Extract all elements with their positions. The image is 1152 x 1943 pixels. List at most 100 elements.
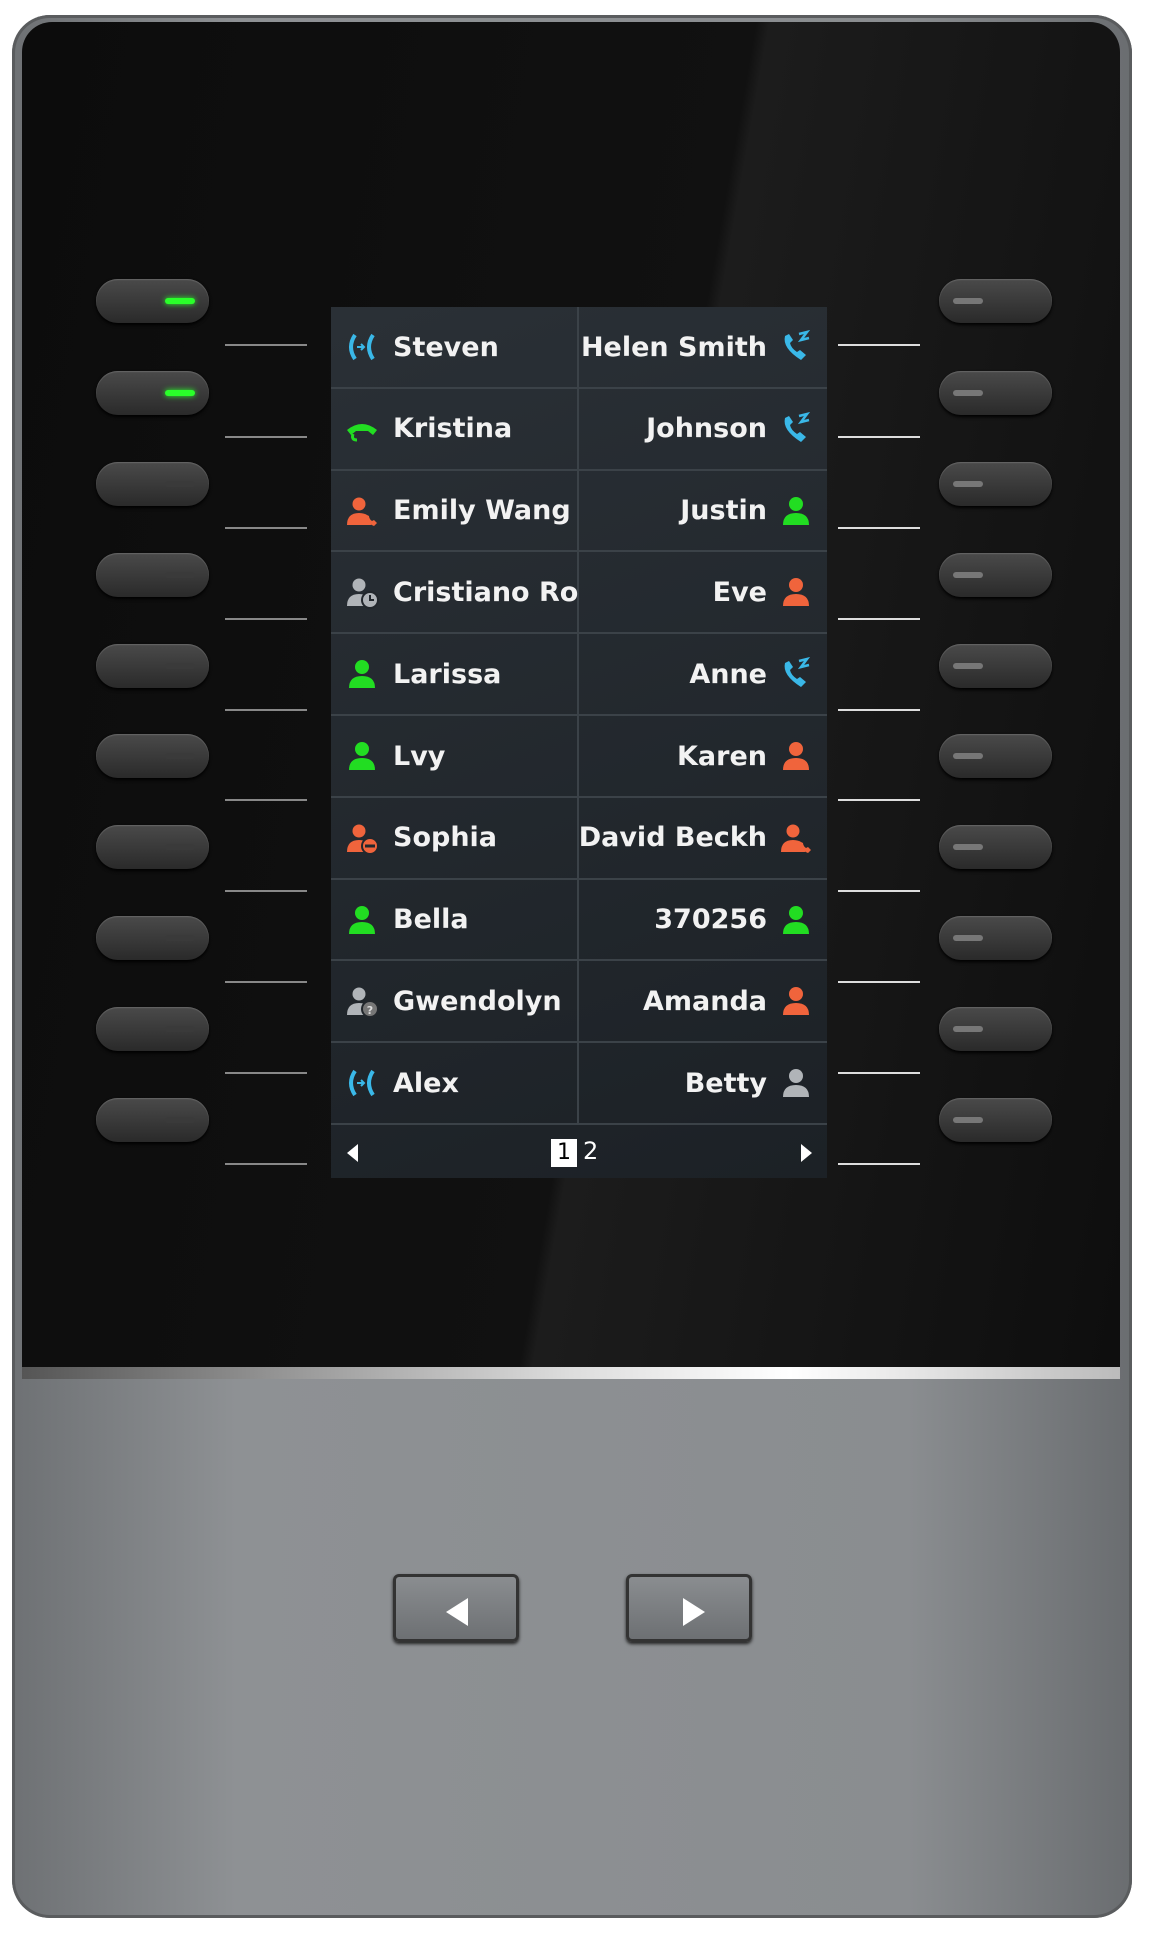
- connector-line: [225, 799, 307, 801]
- contact-row: Kristina Johnson: [331, 388, 827, 471]
- line-key-right[interactable]: [939, 644, 1052, 688]
- contact-right[interactable]: Helen Smith: [579, 307, 827, 387]
- contact-right[interactable]: Amanda: [579, 961, 827, 1041]
- ringing-phone-icon: [784, 657, 811, 688]
- line-key-right[interactable]: [939, 734, 1052, 778]
- contact-name: Sophia: [393, 822, 498, 854]
- page-next-arrow-icon[interactable]: [801, 1144, 812, 1162]
- line-key-right[interactable]: [939, 1007, 1052, 1051]
- contact-name: Lvy: [393, 740, 446, 772]
- led-indicator: [953, 935, 983, 941]
- left-arrow-icon: [446, 1598, 468, 1626]
- line-key-left[interactable]: [96, 644, 209, 688]
- contact-right[interactable]: David Beckh: [579, 798, 827, 878]
- user-icon: [783, 1069, 809, 1098]
- contact-left[interactable]: Sophia: [331, 797, 579, 878]
- user-icon: [783, 987, 809, 1016]
- connector-line: [225, 344, 307, 346]
- contact-right[interactable]: Anne: [579, 634, 827, 714]
- led-indicator: [953, 844, 983, 850]
- contact-name: Amanda: [642, 985, 767, 1017]
- line-key-left[interactable]: [96, 279, 209, 323]
- contact-row: Steven Helen Smith: [331, 307, 827, 389]
- led-indicator: [953, 1026, 983, 1032]
- contact-right[interactable]: Betty: [579, 1043, 827, 1123]
- contact-name: Betty: [684, 1067, 767, 1099]
- contact-name: 370256: [654, 904, 767, 936]
- page-right-button[interactable]: [626, 1574, 752, 1642]
- contact-row: Emily Wang Justin: [331, 470, 827, 553]
- contact-right[interactable]: Eve: [579, 552, 827, 632]
- ringing-phone-icon: [784, 411, 811, 442]
- contact-name: Eve: [712, 576, 767, 608]
- contact-right[interactable]: Johnson: [579, 389, 827, 469]
- ringing-phone-icon: [784, 330, 811, 360]
- led-indicator: [165, 1117, 195, 1123]
- page-prev-arrow-icon[interactable]: [347, 1144, 358, 1162]
- led-indicator: [953, 390, 983, 396]
- page-1-indicator[interactable]: 1: [551, 1139, 577, 1167]
- contact-row: Larissa Anne: [331, 634, 827, 716]
- chrome-strip: [22, 1367, 1120, 1379]
- line-key-left[interactable]: [96, 734, 209, 778]
- page-2-indicator[interactable]: 2: [583, 1137, 598, 1165]
- contact-left[interactable]: Bella: [331, 879, 579, 960]
- contact-name: Justin: [680, 495, 767, 527]
- led-indicator: [953, 663, 983, 669]
- contact-name: Emily Wang: [393, 495, 571, 527]
- line-key-left[interactable]: [96, 825, 209, 869]
- contact-left[interactable]: Alex: [331, 1043, 579, 1124]
- contact-left[interactable]: Cristiano Ro: [331, 552, 579, 633]
- line-key-left[interactable]: [96, 553, 209, 597]
- connector-line: [225, 981, 307, 983]
- led-indicator: [165, 390, 195, 396]
- contact-left[interactable]: Larissa: [331, 634, 579, 715]
- line-key-left[interactable]: [96, 462, 209, 506]
- contact-name: Helen Smith: [580, 331, 767, 363]
- connector-line: [838, 618, 920, 620]
- contact-name: Gwendolyn: [393, 985, 562, 1017]
- led-indicator: [165, 844, 195, 850]
- user-icon: [349, 742, 375, 770]
- contact-left[interactable]: Steven: [331, 307, 579, 387]
- connector-line: [838, 1163, 920, 1165]
- led-indicator: [165, 663, 195, 669]
- user-icon: [349, 905, 375, 934]
- contact-name: Johnson: [646, 413, 767, 445]
- line-key-left[interactable]: [96, 1098, 209, 1142]
- connector-line: [838, 981, 920, 983]
- line-key-left[interactable]: [96, 916, 209, 960]
- user-calling-icon: [347, 497, 377, 526]
- connector-line: [225, 1163, 307, 1165]
- led-indicator: [953, 753, 983, 759]
- contact-name: Kristina: [393, 413, 513, 445]
- led-indicator: [165, 481, 195, 487]
- contact-name: Alex: [393, 1067, 459, 1099]
- led-indicator: [165, 753, 195, 759]
- contact-row: Lvy Karen: [331, 716, 827, 798]
- contact-right[interactable]: Justin: [579, 471, 827, 551]
- contact-right[interactable]: 370256: [579, 880, 827, 960]
- contact-row: Sophia David Beckh: [331, 797, 827, 880]
- line-key-left[interactable]: [96, 371, 209, 415]
- line-key-right[interactable]: [939, 916, 1052, 960]
- pager: 1 2: [331, 1125, 827, 1178]
- led-indicator: [953, 572, 983, 578]
- line-key-right[interactable]: [939, 553, 1052, 597]
- contact-name: Larissa: [393, 658, 502, 690]
- contact-left[interactable]: Lvy: [331, 716, 579, 796]
- contact-left[interactable]: Kristina: [331, 388, 579, 469]
- line-key-right[interactable]: [939, 462, 1052, 506]
- contact-right[interactable]: Karen: [579, 716, 827, 796]
- line-key-right[interactable]: [939, 825, 1052, 869]
- line-key-right[interactable]: [939, 1098, 1052, 1142]
- line-key-right[interactable]: [939, 371, 1052, 415]
- contact-left[interactable]: ? Gwendolyn: [331, 961, 579, 1042]
- contact-row: Cristiano Ro Eve: [331, 552, 827, 635]
- line-key-right[interactable]: [939, 279, 1052, 323]
- user-icon: [349, 660, 375, 689]
- line-key-left[interactable]: [96, 1007, 209, 1051]
- connector-line: [838, 890, 920, 892]
- page-left-button[interactable]: [393, 1574, 519, 1642]
- contact-left[interactable]: Emily Wang: [331, 470, 579, 551]
